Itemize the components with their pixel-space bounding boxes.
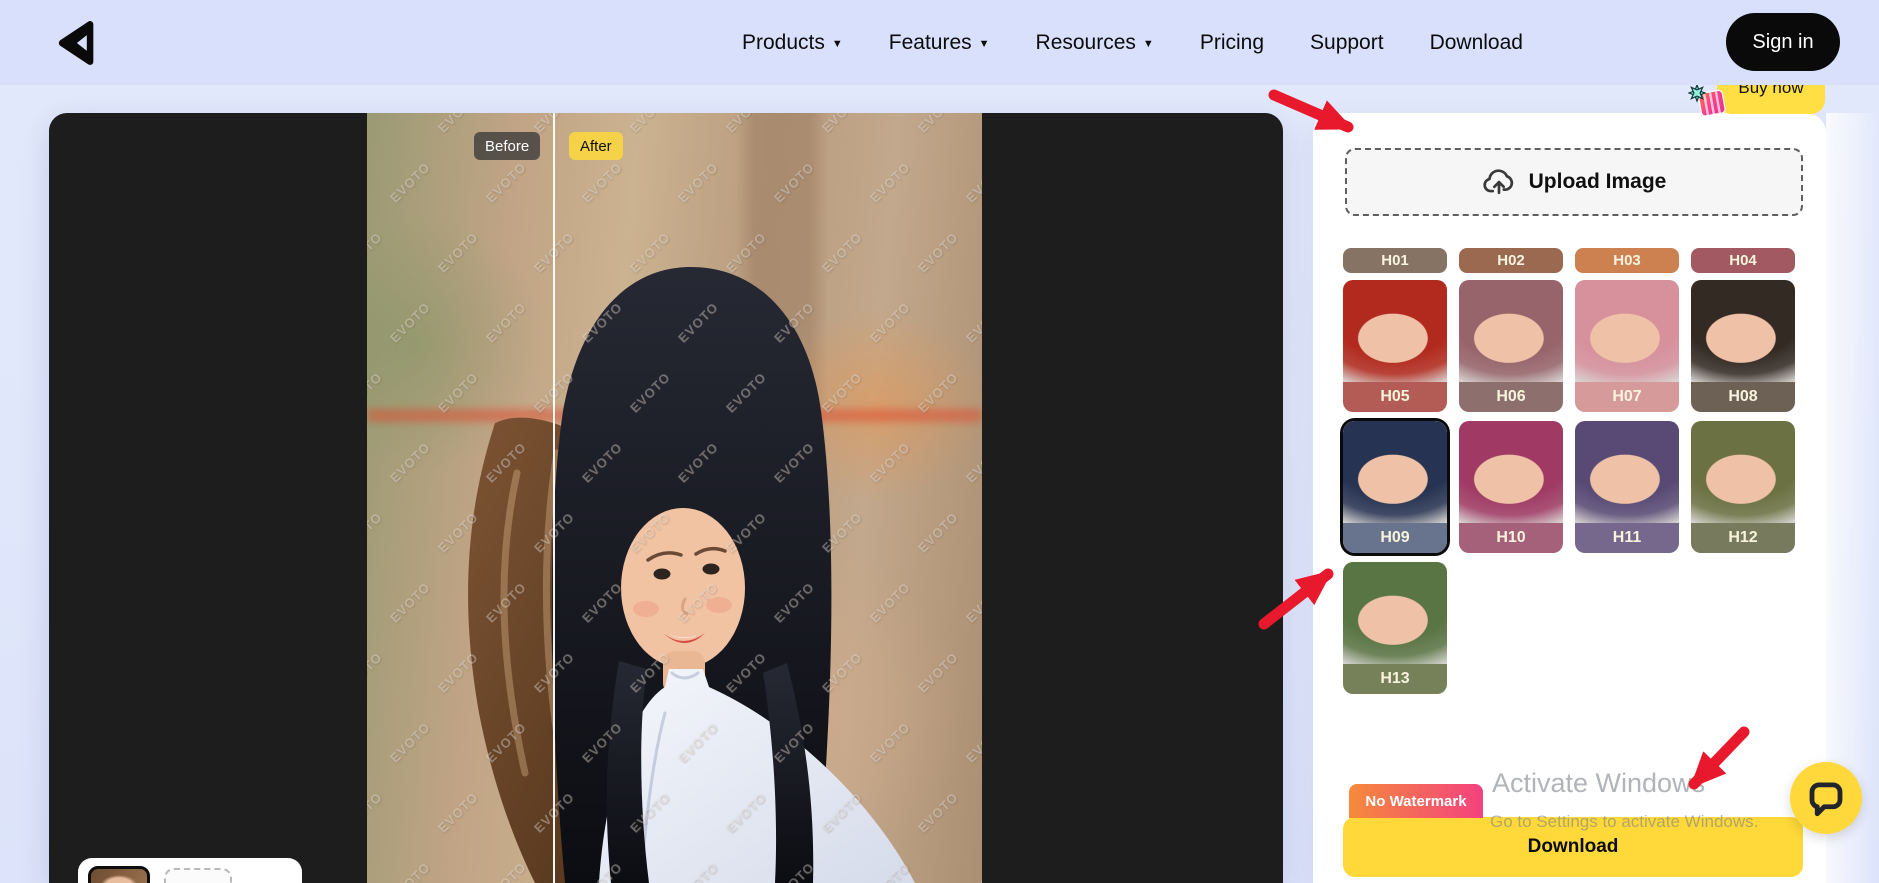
image-thumbnail[interactable] — [88, 866, 150, 883]
swatch-H05-preview — [1343, 280, 1447, 384]
swatch-H11-preview — [1575, 421, 1679, 525]
swatch-H08-preview — [1691, 280, 1795, 384]
after-label: After — [569, 132, 623, 160]
add-image-slot[interactable] — [164, 868, 232, 883]
swatch-H07-preview — [1575, 280, 1679, 384]
nav-item-pricing[interactable]: Pricing — [1200, 31, 1264, 55]
nav-item-download[interactable]: Download — [1430, 31, 1523, 55]
top-navigation-bar: Products ▼ Features ▼ Resources ▼ Pricing S… — [0, 0, 1879, 85]
swatch-H02[interactable]: H02 — [1459, 248, 1563, 273]
chat-launcher-button[interactable] — [1790, 762, 1862, 834]
swatch-H12-preview — [1691, 421, 1795, 525]
sign-in-button[interactable]: Sign in — [1726, 13, 1840, 71]
swatch-H09[interactable]: H09 — [1343, 421, 1447, 553]
nav-item-resources[interactable]: Resources ▼ — [1036, 31, 1154, 55]
swatch-H06-preview — [1459, 280, 1563, 384]
editor-canvas: EVOTO EVOTO EVOTO EVOTO EVOTO EVOTO EVOTO EVOTO… — [49, 113, 1283, 883]
swatch-H13-preview — [1343, 562, 1447, 666]
swatch-H07[interactable]: H07 — [1575, 280, 1679, 412]
swatch-H05[interactable]: H05 — [1343, 280, 1447, 412]
swatch-H12-label: H12 — [1691, 523, 1795, 553]
chevron-down-icon: ▼ — [978, 37, 990, 50]
swatch-H06[interactable]: H06 — [1459, 280, 1563, 412]
nav-item-products[interactable]: Products ▼ — [742, 31, 843, 55]
before-after-photo: EVOTO EVOTO EVOTO EVOTO EVOTO EVOTO EVOTO EVOTO… — [367, 113, 982, 883]
chevron-down-icon: ▼ — [1142, 37, 1154, 50]
nav-item-features[interactable]: Features ▼ — [889, 31, 990, 55]
swatch-H12[interactable]: H12 — [1691, 421, 1795, 553]
upload-image-label: Upload Image — [1528, 170, 1667, 193]
chevron-down-icon: ▼ — [831, 37, 843, 50]
swatch-H09-label: H09 — [1343, 523, 1447, 553]
cloud-upload-icon — [1483, 169, 1513, 195]
chat-bubble-icon — [1809, 782, 1843, 817]
swatch-grid: H05 H06 H07 H08 H09 H10 H11 H12 H13 — [1343, 280, 1795, 694]
swatch-row-partial: H01 H02 H03 H04 — [1343, 248, 1795, 273]
swatch-H10[interactable]: H10 — [1459, 421, 1563, 553]
swatch-H09-preview — [1343, 421, 1447, 525]
upload-image-button[interactable]: Upload Image — [1345, 148, 1803, 216]
activate-windows-subtext: Go to Settings to activate Windows. — [1490, 812, 1759, 831]
swatch-H07-label: H07 — [1575, 382, 1679, 412]
evoto-logo-icon[interactable] — [52, 15, 102, 71]
before-after-divider-handle[interactable] — [553, 113, 555, 883]
thumbnail-tray — [78, 858, 302, 883]
swatch-H01[interactable]: H01 — [1343, 248, 1447, 273]
swatch-H13-label: H13 — [1343, 664, 1447, 694]
swatch-H13[interactable]: H13 — [1343, 562, 1447, 694]
swatch-H08[interactable]: H08 — [1691, 280, 1795, 412]
swatch-H03[interactable]: H03 — [1575, 248, 1679, 273]
nav-item-support[interactable]: Support — [1310, 31, 1384, 55]
swatch-H11-label: H11 — [1575, 523, 1679, 553]
swatch-H04[interactable]: H04 — [1691, 248, 1795, 273]
swatch-H10-preview — [1459, 421, 1563, 525]
nav-links: Products ▼ Features ▼ Resources ▼ Pricing S… — [742, 0, 1523, 85]
swatch-H05-label: H05 — [1343, 382, 1447, 412]
before-label: Before — [474, 132, 541, 160]
activate-windows-text: Activate Windows — [1492, 768, 1706, 798]
swatch-H10-label: H10 — [1459, 523, 1563, 553]
no-watermark-badge: No Watermark — [1349, 784, 1483, 818]
swatch-H06-label: H06 — [1459, 382, 1563, 412]
gift-icon[interactable] — [1688, 84, 1728, 120]
photo-illustration — [468, 266, 915, 883]
swatch-H11[interactable]: H11 — [1575, 421, 1679, 553]
swatch-H08-label: H08 — [1691, 382, 1795, 412]
